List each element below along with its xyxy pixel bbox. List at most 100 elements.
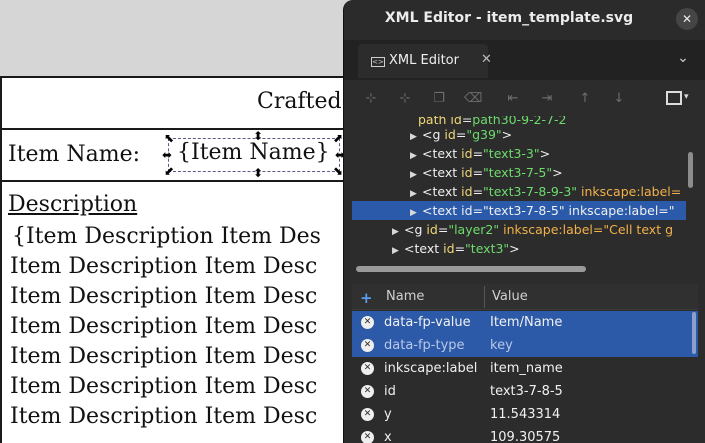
tree-vertical-scrollbar[interactable]	[687, 116, 694, 262]
tree-row[interactable]: ▶ <text id="text3">	[392, 239, 694, 258]
delete-attribute-icon[interactable]: ✕	[361, 316, 374, 329]
attributes-scrollbar-thumb[interactable]	[692, 312, 696, 354]
attributes-table[interactable]: + Name Value ✕ data-fp-value Item/Name ✕…	[352, 284, 698, 443]
attribute-row[interactable]: ✕ x 109.30575	[352, 426, 698, 443]
attribute-name[interactable]: id	[384, 380, 396, 403]
column-header-value[interactable]: Value	[492, 289, 528, 304]
new-text-node-icon[interactable]: ⊹	[396, 90, 414, 108]
expand-caret-icon[interactable]: ▶	[410, 147, 422, 163]
attribute-value[interactable]: key	[490, 334, 513, 357]
attr-value: text3-7-5	[488, 165, 547, 180]
node-tag: text	[432, 165, 458, 180]
description-line[interactable]: Item Description Item Desc	[10, 314, 317, 339]
attr-key: id	[444, 127, 456, 142]
tree-horizontal-scrollbar[interactable]	[356, 266, 586, 272]
xml-editor-icon: <>	[371, 57, 385, 67]
chevron-down-icon: ⌄	[677, 50, 689, 66]
description-line[interactable]: Item Description Item Desc	[10, 344, 317, 369]
title-text[interactable]: Crafted	[257, 89, 342, 114]
unindent-node-icon[interactable]: ⇤	[504, 90, 522, 108]
tab-xml-editor[interactable]: <> XML Editor ✕	[358, 44, 492, 78]
column-divider[interactable]	[484, 286, 485, 308]
attribute-value[interactable]: text3-7-8-5	[490, 380, 563, 403]
attribute-row[interactable]: ✕ data-fp-type key	[352, 334, 698, 357]
expand-caret-icon[interactable]: ▶	[410, 185, 422, 201]
attr-key: inkscape:label=	[581, 184, 682, 199]
dock-menu-button[interactable]: ⌄	[670, 50, 696, 72]
node-tag: g	[432, 127, 441, 142]
tree-row[interactable]: ▶ <text id="text3-7-8-9-3" inkscape:label…	[410, 182, 694, 201]
attr-value: g39	[472, 127, 496, 142]
scrollbar-thumb[interactable]	[688, 152, 693, 188]
attributes-header: + Name Value	[352, 284, 698, 310]
scale-handle-icon[interactable]: ⬍	[253, 167, 263, 179]
layout-toggle-icon[interactable]	[666, 91, 682, 105]
expand-caret-icon[interactable]: ▶	[392, 223, 404, 239]
scale-handle-icon[interactable]: ⬉	[164, 132, 174, 144]
selection-box[interactable]: ⬉ ⬍ ⬈ ⬌ ⬌ ⬋ ⬍ ⬊	[162, 130, 345, 179]
delete-attribute-icon[interactable]: ✕	[361, 431, 374, 443]
node-tag: g	[414, 222, 423, 237]
expand-caret-icon[interactable]: ▶	[410, 128, 422, 144]
title-cell: Crafted	[2, 78, 362, 130]
delete-attribute-icon[interactable]: ✕	[361, 408, 374, 421]
node-tag: text	[432, 203, 458, 218]
tree-row[interactable]: ▶ <text id="text3-7-5">	[410, 163, 694, 182]
delete-attribute-icon[interactable]: ✕	[361, 362, 374, 375]
attribute-value[interactable]: 109.30575	[490, 426, 560, 443]
scale-handle-icon[interactable]: ⬍	[253, 130, 263, 142]
scale-handle-icon[interactable]: ⬊	[333, 165, 343, 177]
attribute-name[interactable]: data-fp-type	[384, 334, 465, 357]
description-line[interactable]: Item Description Item Desc	[10, 284, 317, 309]
window-titlebar[interactable]: XML Editor - item_template.svg ✕	[344, 0, 705, 38]
delete-node-icon[interactable]: ⌫	[464, 90, 482, 108]
attribute-value[interactable]: 11.543314	[490, 403, 560, 426]
attr-key: id	[443, 241, 455, 256]
attribute-value[interactable]: item_name	[490, 357, 563, 380]
description-line[interactable]: Item Description Item Desc	[10, 404, 317, 429]
description-line[interactable]: Item Description Item Desc	[10, 374, 317, 399]
delete-attribute-icon[interactable]: ✕	[361, 385, 374, 398]
delete-attribute-icon[interactable]: ✕	[361, 339, 374, 352]
lower-node-icon[interactable]: ↓	[610, 90, 628, 108]
attribute-row[interactable]: ✕ data-fp-value Item/Name	[352, 311, 698, 334]
attribute-name[interactable]: x	[384, 426, 392, 443]
attribute-row[interactable]: ✕ y 11.543314	[352, 403, 698, 426]
tree-row-selected[interactable]: ▶ <text id="text3-7-8-5" inkscape:label="	[352, 201, 686, 220]
expand-caret-icon[interactable]: ▶	[392, 242, 404, 258]
attribute-row[interactable]: ✕ inkscape:label item_name	[352, 357, 698, 380]
name-label-text[interactable]: Item Name:	[8, 142, 140, 167]
add-attribute-icon[interactable]: +	[360, 289, 373, 307]
xml-node-tree[interactable]: path id=path30-9-2-7-2 ▶ <g id="g39"> ▶ <t…	[352, 116, 694, 262]
indent-node-icon[interactable]: ⇥	[538, 90, 556, 108]
attribute-name[interactable]: y	[384, 403, 392, 426]
scale-handle-icon[interactable]: ⬌	[162, 149, 172, 161]
tree-row[interactable]: ▶ <g id="layer2" inkscape:label="Cell tex…	[392, 220, 694, 239]
tree-row[interactable]: ▶ <g id="g39">	[410, 125, 694, 144]
tab-close-icon[interactable]: ✕	[481, 52, 492, 67]
description-heading[interactable]: Description	[8, 192, 137, 217]
close-window-button[interactable]: ✕	[676, 8, 698, 30]
column-header-name[interactable]: Name	[386, 289, 424, 304]
new-element-node-icon[interactable]: ⊹	[362, 90, 380, 108]
attr-key: id	[426, 222, 438, 237]
node-tag: text	[414, 241, 440, 256]
description-line[interactable]: {Item Description Item Des	[12, 224, 321, 249]
description-line[interactable]: Item Description Item Desc	[10, 254, 317, 279]
attribute-row[interactable]: ✕ id text3-7-8-5	[352, 380, 698, 403]
scale-handle-icon[interactable]: ⬈	[333, 132, 343, 144]
raise-node-icon[interactable]: ↑	[576, 90, 594, 108]
expand-caret-icon[interactable]: ▶	[410, 166, 422, 182]
attr-value: text3-7-8-9-3	[488, 184, 572, 199]
scale-handle-icon[interactable]: ⬋	[164, 165, 174, 177]
attribute-value[interactable]: Item/Name	[490, 311, 562, 334]
tree-row[interactable]: ▶ <text id="text3-3">	[410, 144, 694, 163]
name-cell: Item Name: {Item Name} ⬉ ⬍ ⬈ ⬌ ⬌ ⬋ ⬍ ⬊	[2, 130, 362, 182]
caret-down-icon[interactable]: ▾	[684, 92, 689, 102]
expand-caret-icon[interactable]: ▶	[410, 204, 422, 220]
tab-label: XML Editor	[389, 53, 459, 68]
attribute-name[interactable]: data-fp-value	[384, 311, 471, 334]
duplicate-node-icon[interactable]: ❐	[430, 90, 448, 108]
attribute-name[interactable]: inkscape:label	[384, 357, 477, 380]
svg-page[interactable]: Crafted Item Name: {Item Name} ⬉ ⬍ ⬈ ⬌ ⬌…	[0, 76, 362, 443]
